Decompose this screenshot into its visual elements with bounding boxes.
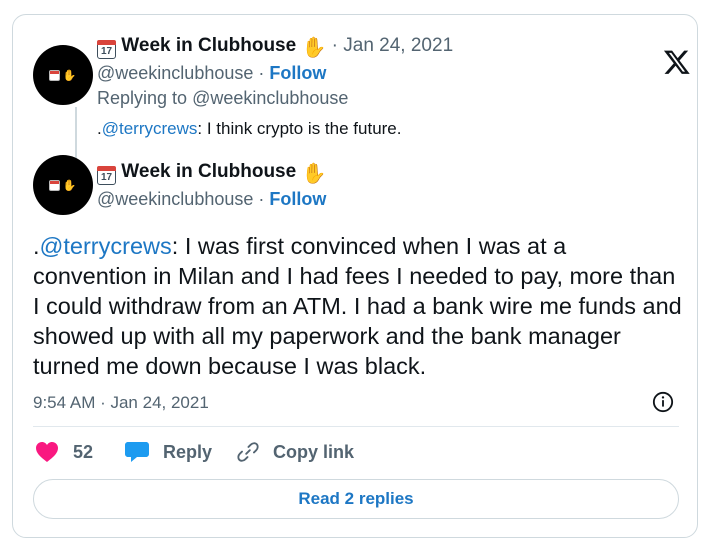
calendar-emoji-icon: 17 <box>97 40 116 59</box>
replying-to: Replying to @weekinclubhouse <box>97 88 348 109</box>
avatar[interactable]: ✋ <box>33 45 93 105</box>
divider <box>33 426 679 427</box>
display-name[interactable]: Week in Clubhouse <box>121 161 296 182</box>
like-button[interactable]: 52 <box>35 441 93 463</box>
waving-hand-emoji-icon: ✋ <box>62 179 78 192</box>
mention-link[interactable]: @terrycrews <box>40 233 172 259</box>
main-header: 17 Week in Clubhouse ✋ <box>97 161 326 186</box>
handle[interactable]: @weekinclubhouse <box>97 63 253 83</box>
waving-hand-emoji-icon: ✋ <box>62 69 78 82</box>
separator: · <box>258 189 265 209</box>
x-logo-icon[interactable] <box>663 48 691 76</box>
reply-button[interactable]: Reply <box>125 441 212 463</box>
tweet-date[interactable]: Jan 24, 2021 <box>343 35 453 56</box>
main-tweet-text: .@terrycrews: I was first convinced when… <box>33 231 683 381</box>
display-name[interactable]: Week in Clubhouse <box>121 35 296 56</box>
replying-prefix: Replying to <box>97 88 188 108</box>
waving-hand-emoji-icon: ✋ <box>301 37 327 59</box>
calendar-emoji-icon <box>48 179 60 191</box>
main-handle-row: @weekinclubhouse · Follow <box>97 189 326 210</box>
like-count: 52 <box>73 441 94 462</box>
copy-link-button[interactable]: Copy link <box>237 441 354 463</box>
parent-tweet-text: .@terrycrews: I think crypto is the futu… <box>97 119 401 139</box>
follow-button[interactable]: Follow <box>269 63 326 83</box>
reply-label: Reply <box>163 441 213 462</box>
read-replies-label: Read 2 replies <box>298 489 414 508</box>
parent-header: 17 Week in Clubhouse ✋ · Jan 24, 2021 <box>97 35 453 60</box>
separator: · <box>258 63 265 83</box>
tweet-timestamp[interactable]: 9:54 AM · Jan 24, 2021 <box>33 393 209 413</box>
thread-line <box>75 107 77 159</box>
calendar-emoji-icon: 17 <box>97 166 116 185</box>
mention-link[interactable]: @terrycrews <box>102 119 198 138</box>
link-icon <box>237 442 259 462</box>
separator: · <box>331 35 338 56</box>
parent-handle-row: @weekinclubhouse · Follow <box>97 63 326 84</box>
handle[interactable]: @weekinclubhouse <box>97 189 253 209</box>
waving-hand-emoji-icon: ✋ <box>301 163 327 185</box>
info-icon[interactable] <box>652 391 674 413</box>
replying-handle[interactable]: @weekinclubhouse <box>192 88 348 108</box>
copy-link-label: Copy link <box>273 441 355 462</box>
speech-bubble-icon <box>125 442 149 462</box>
read-replies-button[interactable]: Read 2 replies <box>33 479 679 519</box>
embedded-tweet-card: ✋ 17 Week in Clubhouse ✋ · Jan 24, 2021 … <box>12 14 698 538</box>
calendar-emoji-icon <box>48 69 60 81</box>
tweet-body: : I think crypto is the future. <box>197 119 402 138</box>
follow-button[interactable]: Follow <box>269 189 326 209</box>
heart-icon <box>36 442 58 462</box>
avatar[interactable]: ✋ <box>33 155 93 215</box>
